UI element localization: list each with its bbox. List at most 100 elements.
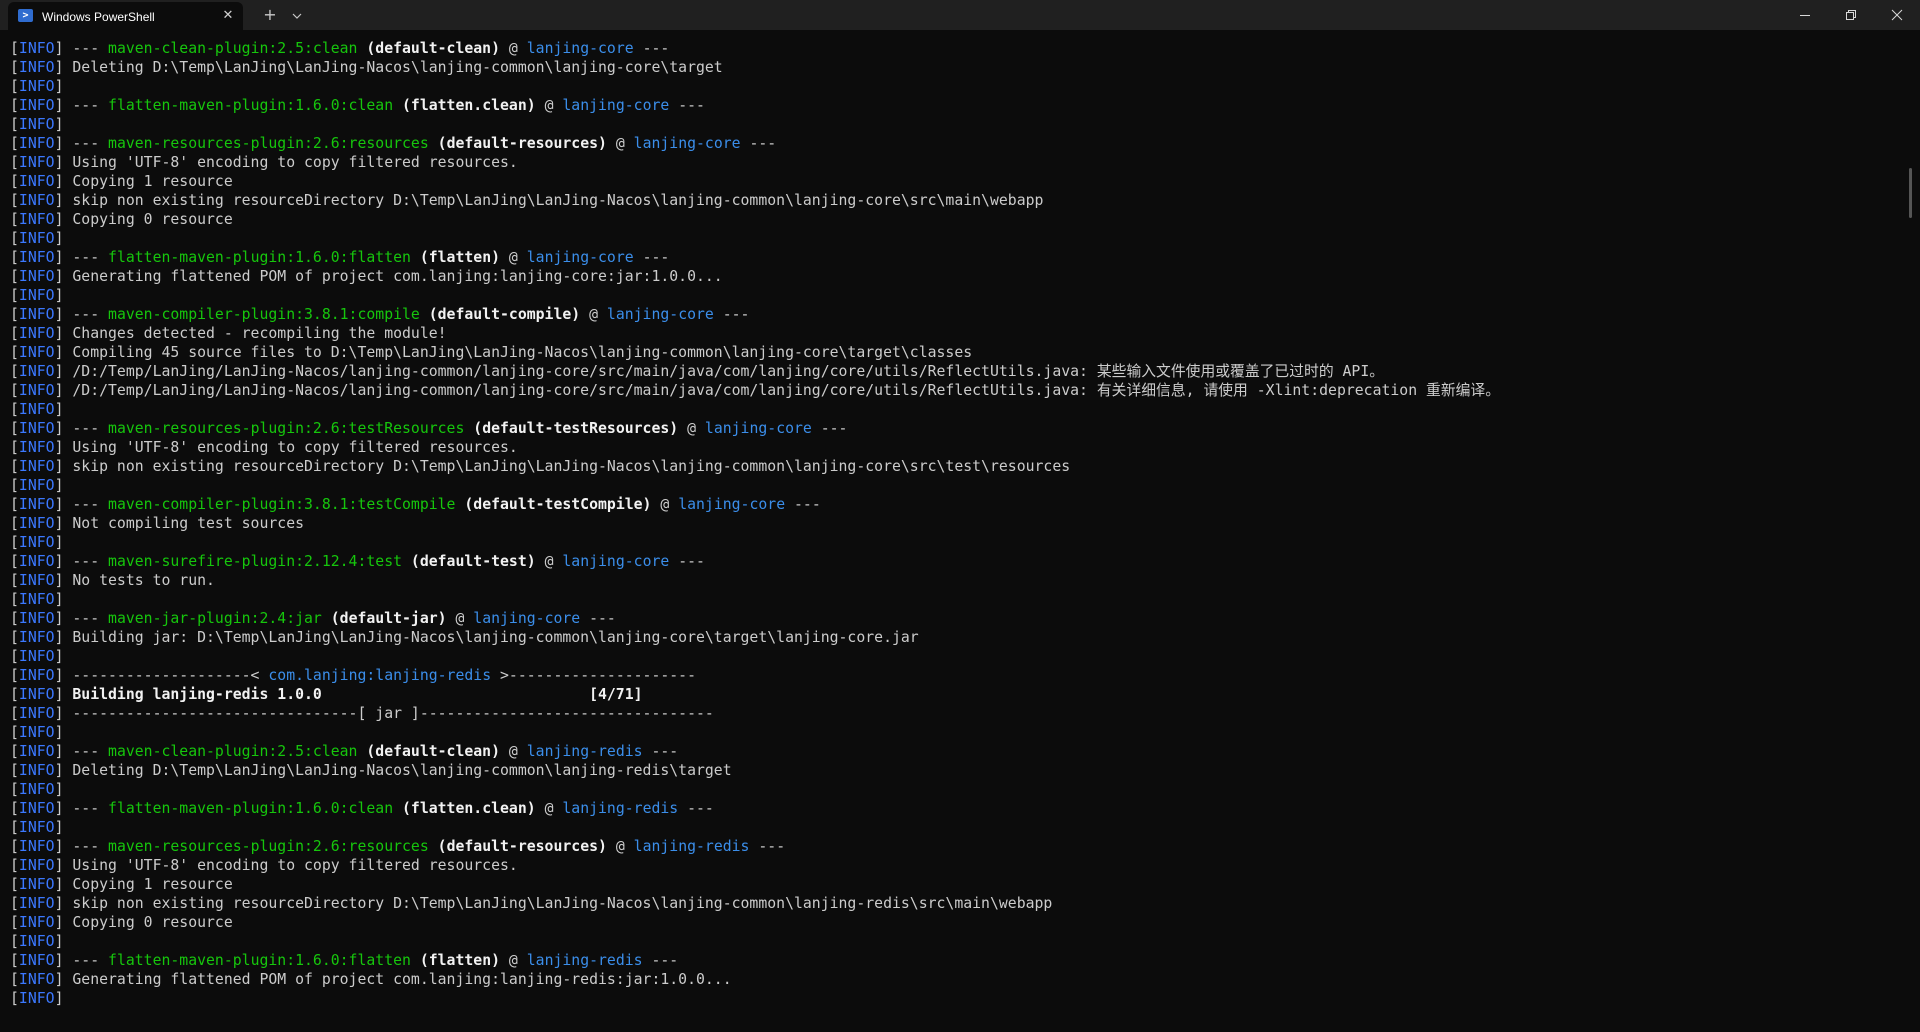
terminal-line: [INFO] --- maven-jar-plugin:2.4:jar (def… (10, 609, 1500, 628)
info-bracket: [ (10, 914, 19, 931)
terminal-line: [INFO] Using 'UTF-8' encoding to copy fi… (10, 438, 1500, 457)
execution-id: (default-clean) (357, 40, 501, 57)
project-name: lanjing-core (606, 306, 714, 323)
log-level-info: INFO (18, 325, 55, 342)
log-level-info: INFO (18, 629, 55, 646)
log-text: @ (535, 800, 563, 817)
tab-close-icon[interactable]: ✕ (219, 7, 237, 25)
info-bracket: [ (10, 249, 19, 266)
info-bracket: [ (10, 971, 19, 988)
log-level-info: INFO (18, 743, 55, 760)
scrollbar-thumb[interactable] (1909, 168, 1912, 218)
tab-windows-powershell[interactable]: > Windows PowerShell ✕ (8, 2, 243, 30)
plugin-goal: maven-compiler-plugin:3.8.1:testCompile (108, 496, 456, 513)
info-bracket: [ (10, 211, 19, 228)
chevron-down-icon[interactable] (288, 7, 306, 25)
info-bracket: [ (10, 553, 19, 570)
plugin-goal: maven-surefire-plugin:2.12.4:test (108, 553, 403, 570)
minimize-icon (1800, 15, 1810, 16)
info-bracket: [ (10, 306, 19, 323)
info-bracket: [ (10, 382, 19, 399)
execution-id: (default-resources) (428, 838, 607, 855)
minimize-button[interactable] (1782, 0, 1828, 30)
project-name: lanjing-core (678, 496, 786, 513)
powershell-icon: > (18, 9, 33, 22)
terminal-line: [INFO] Building jar: D:\Temp\LanJing\Lan… (10, 628, 1500, 647)
log-text: --- (580, 610, 616, 627)
info-bracket: [ (10, 895, 19, 912)
terminal-line: [INFO] --- maven-clean-plugin:2.5:clean … (10, 742, 1500, 761)
log-text: @ (500, 743, 527, 760)
log-text: >--------------------- (491, 667, 697, 684)
info-bracket: [ (10, 477, 19, 494)
execution-id: (flatten.clean) (393, 97, 536, 114)
project-name: lanjing-core (562, 553, 670, 570)
info-bracket: [ (10, 325, 19, 342)
info-bracket: ] (54, 78, 64, 95)
terminal-line: [INFO] (10, 286, 1500, 305)
log-text: Using 'UTF-8' encoding to copy filtered … (63, 439, 518, 456)
log-level-info: INFO (18, 686, 55, 703)
terminal-line: [INFO] /D:/Temp/LanJing/LanJing-Nacos/la… (10, 362, 1500, 381)
log-text: @ (678, 420, 705, 437)
log-text: @ (446, 610, 474, 627)
log-text: @ (500, 249, 527, 266)
log-text: Copying 0 resource (63, 914, 233, 931)
terminal-line: [INFO] --- maven-clean-plugin:2.5:clean … (10, 39, 1500, 58)
log-text: Compiling 45 source files to D:\Temp\Lan… (63, 344, 973, 361)
terminal-line: [INFO] Using 'UTF-8' encoding to copy fi… (10, 153, 1500, 172)
plugin-goal: flatten-maven-plugin:1.6.0:clean (108, 97, 394, 114)
log-level-info: INFO (18, 781, 55, 798)
restore-button[interactable] (1828, 0, 1874, 30)
info-bracket: [ (10, 515, 19, 532)
info-bracket: ] (54, 287, 64, 304)
log-level-info: INFO (18, 610, 55, 627)
execution-id: (default-testResources) (464, 420, 679, 437)
restore-icon (1846, 10, 1856, 20)
terminal-line: [INFO] Deleting D:\Temp\LanJing\LanJing-… (10, 761, 1500, 780)
log-text: --------------------< (63, 667, 269, 684)
log-text: --- (63, 97, 109, 114)
log-text: --- (63, 800, 109, 817)
log-text: --- (63, 952, 109, 969)
log-text: skip non existing resourceDirectory D:\T… (63, 192, 1044, 209)
close-window-button[interactable] (1874, 0, 1920, 30)
log-text: --- (642, 952, 679, 969)
terminal-output[interactable]: [INFO] --- maven-clean-plugin:2.5:clean … (0, 30, 1900, 1032)
log-level-info: INFO (18, 116, 55, 133)
log-level-info: INFO (18, 230, 55, 247)
log-text: --- (633, 249, 670, 266)
info-bracket: [ (10, 838, 19, 855)
log-level-info: INFO (18, 971, 55, 988)
terminal-line: [INFO] (10, 115, 1500, 134)
log-level-info: INFO (18, 192, 55, 209)
info-bracket: [ (10, 401, 19, 418)
log-level-info: INFO (18, 572, 55, 589)
plugin-goal: maven-resources-plugin:2.6:testResources (108, 420, 465, 437)
terminal-line: [INFO] --- flatten-maven-plugin:1.6.0:cl… (10, 799, 1500, 818)
info-bracket: [ (10, 154, 19, 171)
terminal-line: [INFO] --------------------< com.lanjing… (10, 666, 1500, 685)
info-bracket: [ (10, 496, 19, 513)
info-bracket: [ (10, 781, 19, 798)
execution-id: Building lanjing-redis 1.0.0 [4/71] (63, 686, 643, 703)
log-level-info: INFO (18, 724, 55, 741)
log-level-info: INFO (18, 914, 55, 931)
terminal-line: [INFO] (10, 77, 1500, 96)
terminal-line: [INFO] --- flatten-maven-plugin:1.6.0:fl… (10, 951, 1500, 970)
log-level-info: INFO (18, 78, 55, 95)
log-level-info: INFO (18, 249, 55, 266)
title-bar[interactable]: > Windows PowerShell ✕ + (0, 0, 1920, 30)
log-level-info: INFO (18, 667, 55, 684)
log-text: @ (500, 40, 527, 57)
log-text: Building jar: D:\Temp\LanJing\LanJing-Na… (63, 629, 919, 646)
log-text: @ (535, 97, 563, 114)
log-level-info: INFO (18, 40, 55, 57)
execution-id: (flatten) (410, 249, 501, 266)
execution-id: (default-jar) (321, 610, 447, 627)
plugin-goal: maven-clean-plugin:2.5:clean (108, 40, 358, 57)
info-bracket: [ (10, 78, 19, 95)
terminal-line: [INFO] (10, 932, 1500, 951)
powershell-window: > Windows PowerShell ✕ + [INFO] --- mave… (0, 0, 1920, 1032)
plus-icon[interactable]: + (260, 5, 280, 25)
